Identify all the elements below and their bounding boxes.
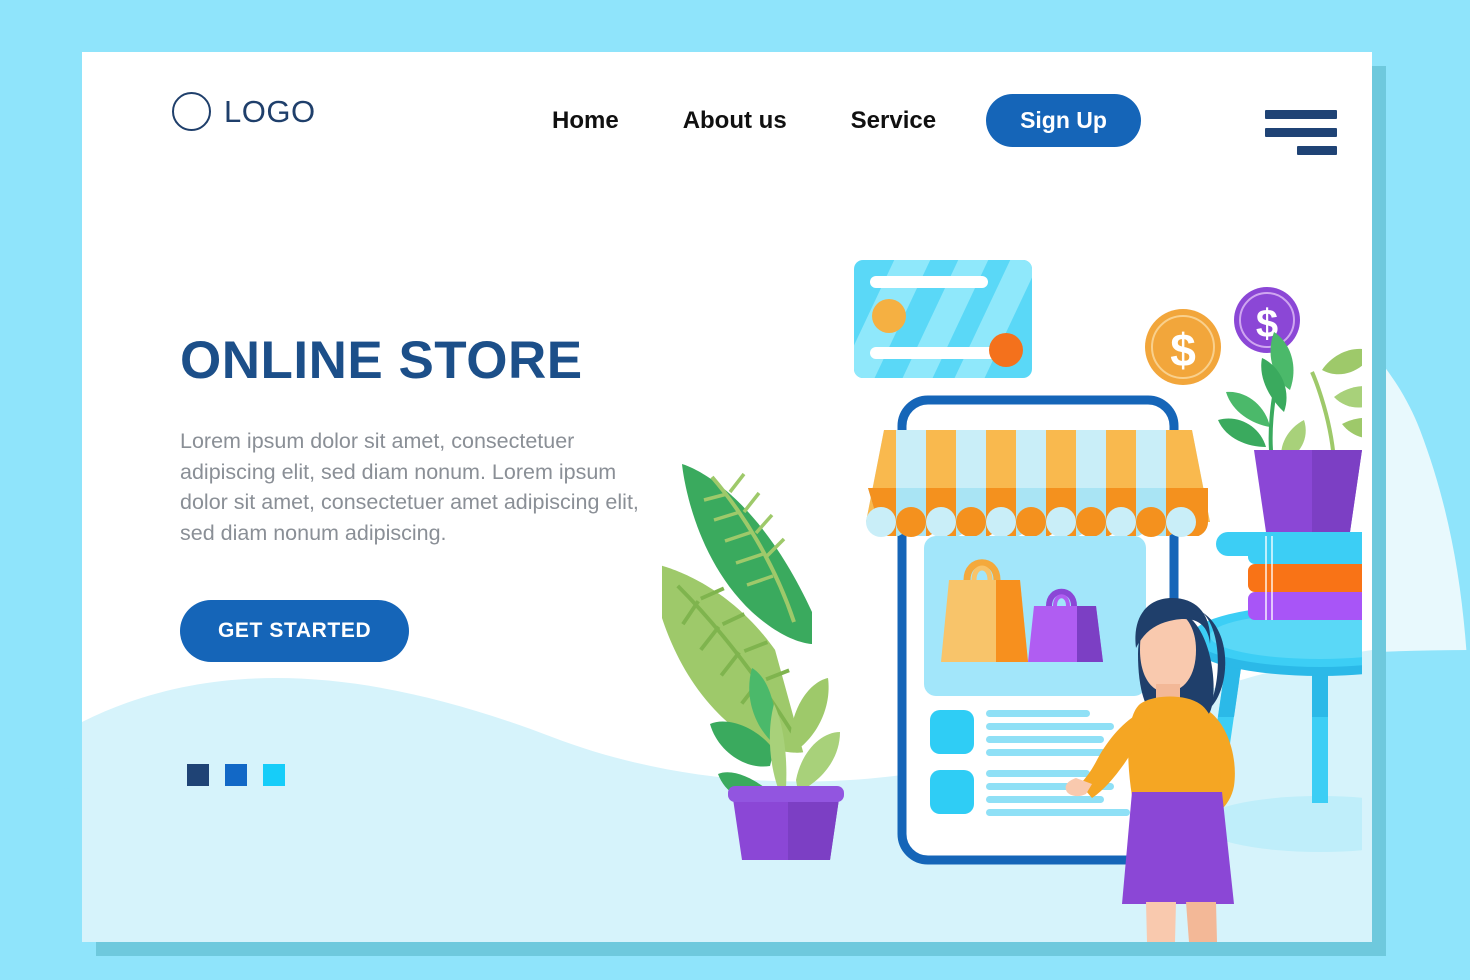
gold-coin: $: [1145, 309, 1221, 385]
carousel-dot-1[interactable]: [187, 764, 209, 786]
credit-card: [854, 260, 1032, 378]
nav-item-home[interactable]: Home: [552, 107, 619, 135]
hero-description: Lorem ipsum dolor sit amet, consectetuer…: [180, 429, 639, 545]
large-leaves: [662, 464, 812, 753]
logo-text: LOGO: [224, 93, 316, 129]
stacked-books: [1248, 536, 1362, 620]
site-header: LOGO Home About us Service Sign Up: [82, 52, 1372, 202]
carousel-dot-2[interactable]: [225, 764, 247, 786]
get-started-button[interactable]: GET STARTED: [180, 600, 410, 663]
shelf-plant-leaves: [1218, 332, 1362, 462]
page-title: ONLINE STORE: [180, 331, 583, 390]
hamburger-bar-2: [1265, 128, 1337, 137]
carousel-dots: [187, 764, 285, 786]
main-navigation: Home About us Service Sign Up: [552, 94, 1141, 147]
hamburger-bar-3: [1297, 146, 1337, 155]
hamburger-menu-icon[interactable]: [1265, 110, 1337, 160]
purple-coin: $: [1234, 287, 1300, 353]
circle-outline-icon: [172, 92, 211, 131]
carousel-dot-3[interactable]: [263, 764, 285, 786]
nav-item-service[interactable]: Service: [851, 107, 936, 135]
svg-text:$: $: [1170, 324, 1196, 376]
logo[interactable]: LOGO: [172, 92, 316, 131]
online-store-illustration: $ $: [662, 192, 1362, 942]
wall-shelf-plant: [1216, 332, 1362, 556]
sign-up-button[interactable]: Sign Up: [986, 94, 1141, 147]
hero-section: ONLINE STORE Lorem ipsum dolor sit amet,…: [180, 331, 700, 663]
landing-page-card: LOGO Home About us Service Sign Up ONLIN…: [82, 52, 1372, 942]
striped-awning: [866, 430, 1210, 537]
hamburger-bar-1: [1265, 110, 1337, 119]
nav-item-about-us[interactable]: About us: [683, 107, 787, 135]
